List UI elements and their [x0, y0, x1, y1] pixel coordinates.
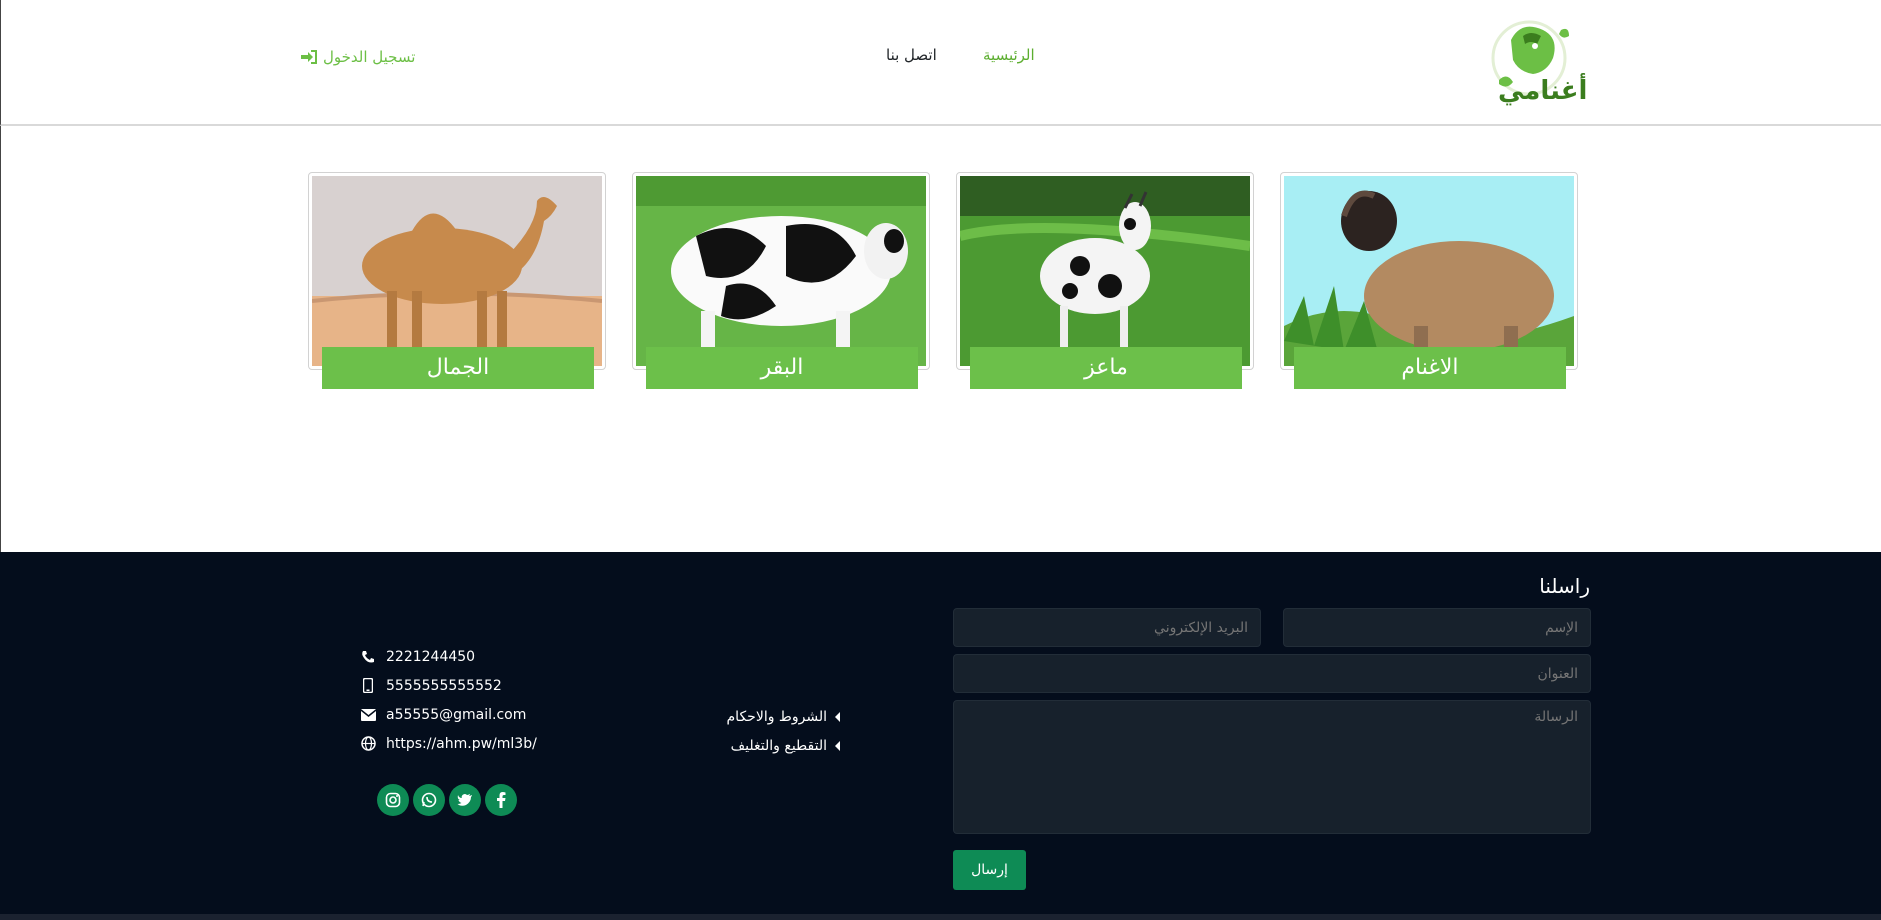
send-button[interactable]: إرسال [953, 850, 1026, 890]
name-field[interactable] [1283, 608, 1591, 647]
category-label: الاغنام [1294, 347, 1566, 389]
subject-field[interactable] [953, 654, 1591, 693]
category-card-camel[interactable]: الجمال [308, 172, 606, 389]
terms-link[interactable]: الشروط والاحكام [680, 702, 840, 731]
footer-links: الشروط والاحكام التقطيع والتغليف [680, 702, 840, 760]
whatsapp-icon[interactable] [413, 784, 445, 816]
mobile-icon [360, 678, 376, 694]
category-card-cow[interactable]: البقر [632, 172, 930, 389]
camel-image [312, 176, 602, 366]
category-label: البقر [646, 347, 918, 389]
category-card-sheep[interactable]: الاغنام [1280, 172, 1578, 389]
website-item[interactable]: https://ahm.pw/ml3b/ [360, 729, 580, 758]
website-url: https://ahm.pw/ml3b/ [386, 735, 537, 752]
link-label: التقطيع والتغليف [730, 737, 827, 754]
contact-info: 2221244450 5555555555552 a55555@gmail.co… [360, 642, 580, 758]
categories-section: الاغنام ماعز البقر الجمال [0, 126, 1881, 552]
phone-item: 2221244450 [360, 642, 580, 671]
phone-icon [360, 649, 376, 665]
message-field[interactable] [953, 700, 1591, 834]
instagram-icon[interactable] [377, 784, 409, 816]
caret-left-icon [835, 740, 840, 751]
category-label: ماعز [970, 347, 1242, 389]
nav-home-link[interactable]: الرئيسية [983, 46, 1035, 64]
phone-number: 2221244450 [386, 648, 476, 665]
mobile-item: 5555555555552 [360, 671, 580, 700]
sign-in-icon [301, 50, 317, 64]
sheep-image [1284, 176, 1574, 366]
category-card-goat[interactable]: ماعز [956, 172, 1254, 389]
email-item[interactable]: a55555@gmail.com [360, 700, 580, 729]
mobile-number: 5555555555552 [386, 677, 502, 694]
cow-image [636, 176, 926, 366]
login-link[interactable]: تسجيل الدخول [301, 48, 415, 66]
brand-name: أغنامي [1498, 76, 1588, 106]
envelope-icon [360, 707, 376, 723]
globe-icon [360, 736, 376, 752]
navbar: أغنامي الرئيسية اتصل بنا تسجيل الدخول [0, 0, 1881, 126]
social-links [377, 784, 517, 816]
twitter-icon[interactable] [449, 784, 481, 816]
goat-image [960, 176, 1250, 366]
category-label: الجمال [322, 347, 594, 389]
footer-bottom-bar [0, 914, 1881, 920]
contact-form-title: راسلنا [1539, 574, 1590, 598]
login-label: تسجيل الدخول [323, 48, 416, 66]
footer: راسلنا إرسال الشروط والاحكام التقطيع وال… [0, 552, 1881, 920]
nav-contact-link[interactable]: اتصل بنا [886, 46, 937, 64]
email-field[interactable] [953, 608, 1261, 647]
facebook-icon[interactable] [485, 784, 517, 816]
email-address: a55555@gmail.com [386, 706, 527, 723]
link-label: الشروط والاحكام [726, 708, 827, 725]
caret-left-icon [835, 711, 840, 722]
cutting-packaging-link[interactable]: التقطيع والتغليف [680, 731, 840, 760]
